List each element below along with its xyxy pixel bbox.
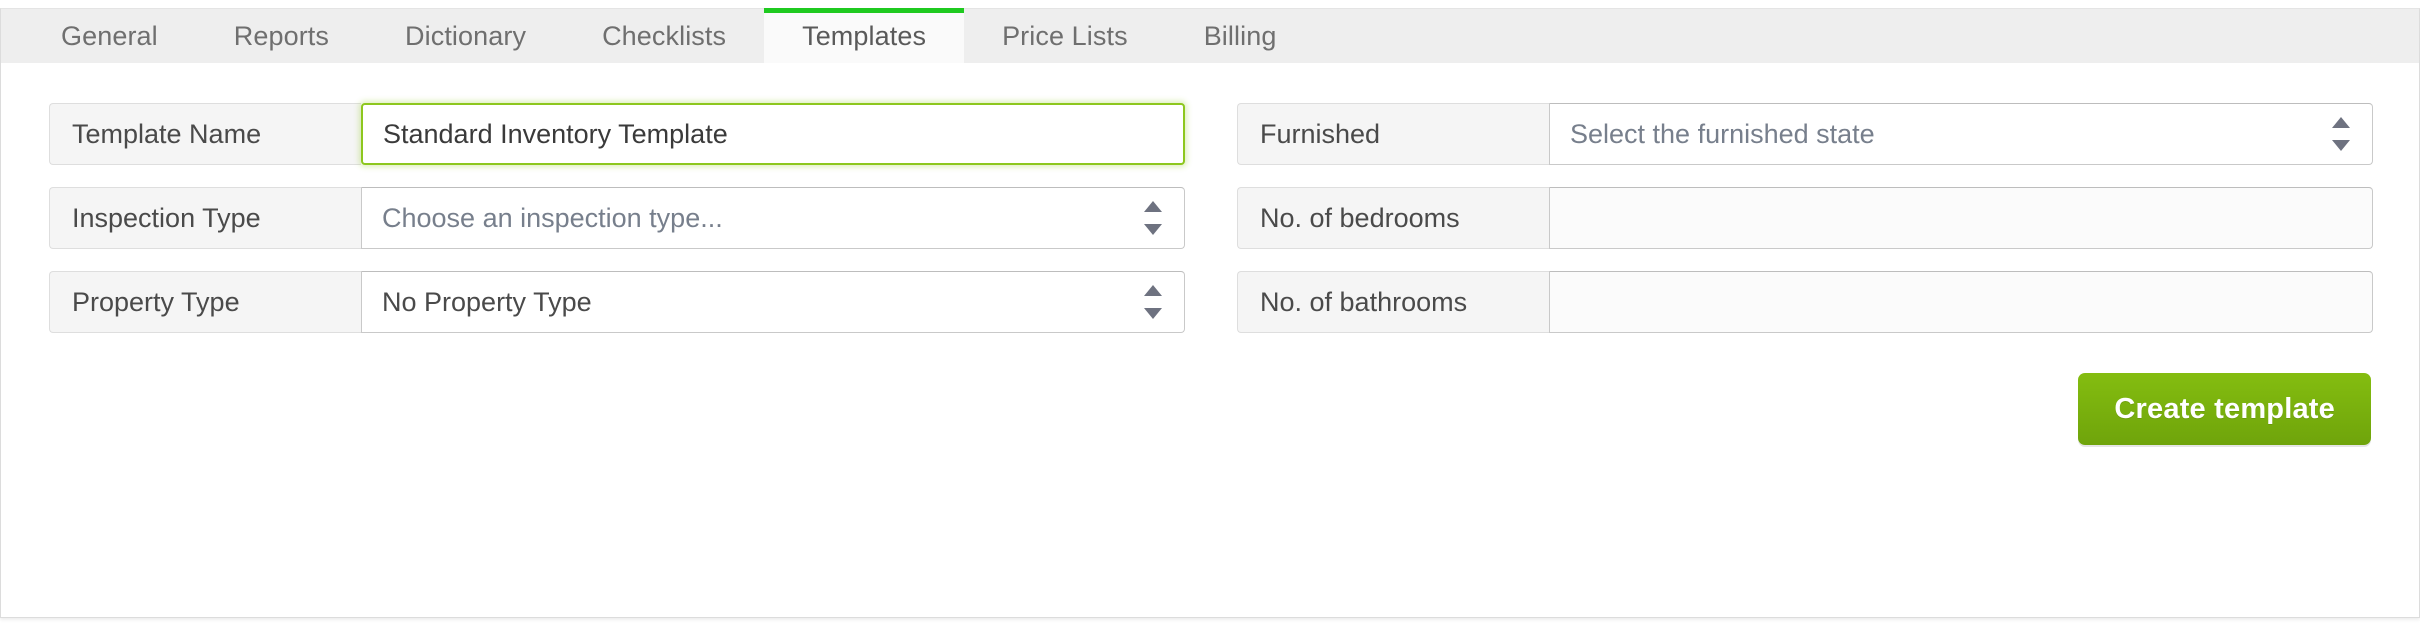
select-updown-arrows-icon: [2332, 117, 2350, 151]
field-label: Template Name: [72, 118, 262, 149]
settings-templates-screen: General Reports Dictionary Checklists Templa…: [0, 0, 2420, 642]
tab-label: General: [61, 21, 158, 51]
field-label: Furnished: [1260, 118, 1381, 149]
field-value: No Property Type: [382, 286, 592, 317]
field-value: Select the furnished state: [1570, 118, 1875, 149]
form-actions: Create template: [2078, 373, 2371, 445]
tab-label: Templates: [802, 21, 927, 51]
select-inspection-type[interactable]: Choose an inspection type...: [361, 187, 1185, 249]
tab-label: Billing: [1203, 21, 1277, 51]
tab-label: Checklists: [602, 21, 727, 51]
select-updown-arrows-icon: [1144, 285, 1162, 319]
settings-tab-bar: General Reports Dictionary Checklists Templa…: [0, 8, 2420, 64]
select-updown-arrows-icon: [1144, 201, 1162, 235]
form-row-template-name: Template Name Standard Inventory Template: [49, 103, 1185, 165]
label-inspection-type: Inspection Type: [49, 187, 361, 249]
form-row-inspection-type: Inspection Type Choose an inspection type…: [49, 187, 1185, 249]
input-no-of-bathrooms[interactable]: [1549, 271, 2373, 333]
form-row-no-of-bedrooms: No. of bedrooms: [1237, 187, 2373, 249]
field-label: Inspection Type: [72, 202, 261, 233]
input-no-of-bedrooms[interactable]: [1549, 187, 2373, 249]
label-furnished: Furnished: [1237, 103, 1549, 165]
field-label: Property Type: [72, 286, 240, 317]
select-furnished[interactable]: Select the furnished state: [1549, 103, 2373, 165]
field-label: No. of bathrooms: [1260, 286, 1468, 317]
template-form-card: Template Name Standard Inventory Template…: [0, 63, 2420, 618]
tab-label: Price Lists: [1002, 21, 1128, 51]
tab-reports[interactable]: Reports: [196, 9, 367, 64]
tab-templates[interactable]: Templates: [764, 8, 965, 64]
tab-billing[interactable]: Billing: [1166, 9, 1315, 64]
field-value: Standard Inventory Template: [383, 118, 728, 149]
tab-dictionary[interactable]: Dictionary: [367, 9, 564, 64]
label-no-of-bedrooms: No. of bedrooms: [1237, 187, 1549, 249]
tab-label: Dictionary: [405, 21, 527, 51]
label-property-type: Property Type: [49, 271, 361, 333]
label-no-of-bathrooms: No. of bathrooms: [1237, 271, 1549, 333]
field-label: No. of bedrooms: [1260, 202, 1460, 233]
form-column-left: Template Name Standard Inventory Template…: [49, 103, 1211, 333]
label-template-name: Template Name: [49, 103, 361, 165]
tab-label: Reports: [233, 21, 330, 51]
tab-price-lists[interactable]: Price Lists: [964, 9, 1166, 64]
form-row-no-of-bathrooms: No. of bathrooms: [1237, 271, 2373, 333]
tab-checklists[interactable]: Checklists: [564, 9, 764, 64]
create-template-button[interactable]: Create template: [2078, 373, 2371, 445]
input-template-name[interactable]: Standard Inventory Template: [361, 103, 1185, 165]
form-column-right: Furnished Select the furnished state No. o…: [1211, 103, 2373, 333]
field-value: Choose an inspection type...: [382, 202, 723, 233]
template-form: Template Name Standard Inventory Template…: [49, 103, 2373, 333]
tab-general[interactable]: General: [23, 9, 196, 64]
form-row-furnished: Furnished Select the furnished state: [1237, 103, 2373, 165]
select-property-type[interactable]: No Property Type: [361, 271, 1185, 333]
form-row-property-type: Property Type No Property Type: [49, 271, 1185, 333]
